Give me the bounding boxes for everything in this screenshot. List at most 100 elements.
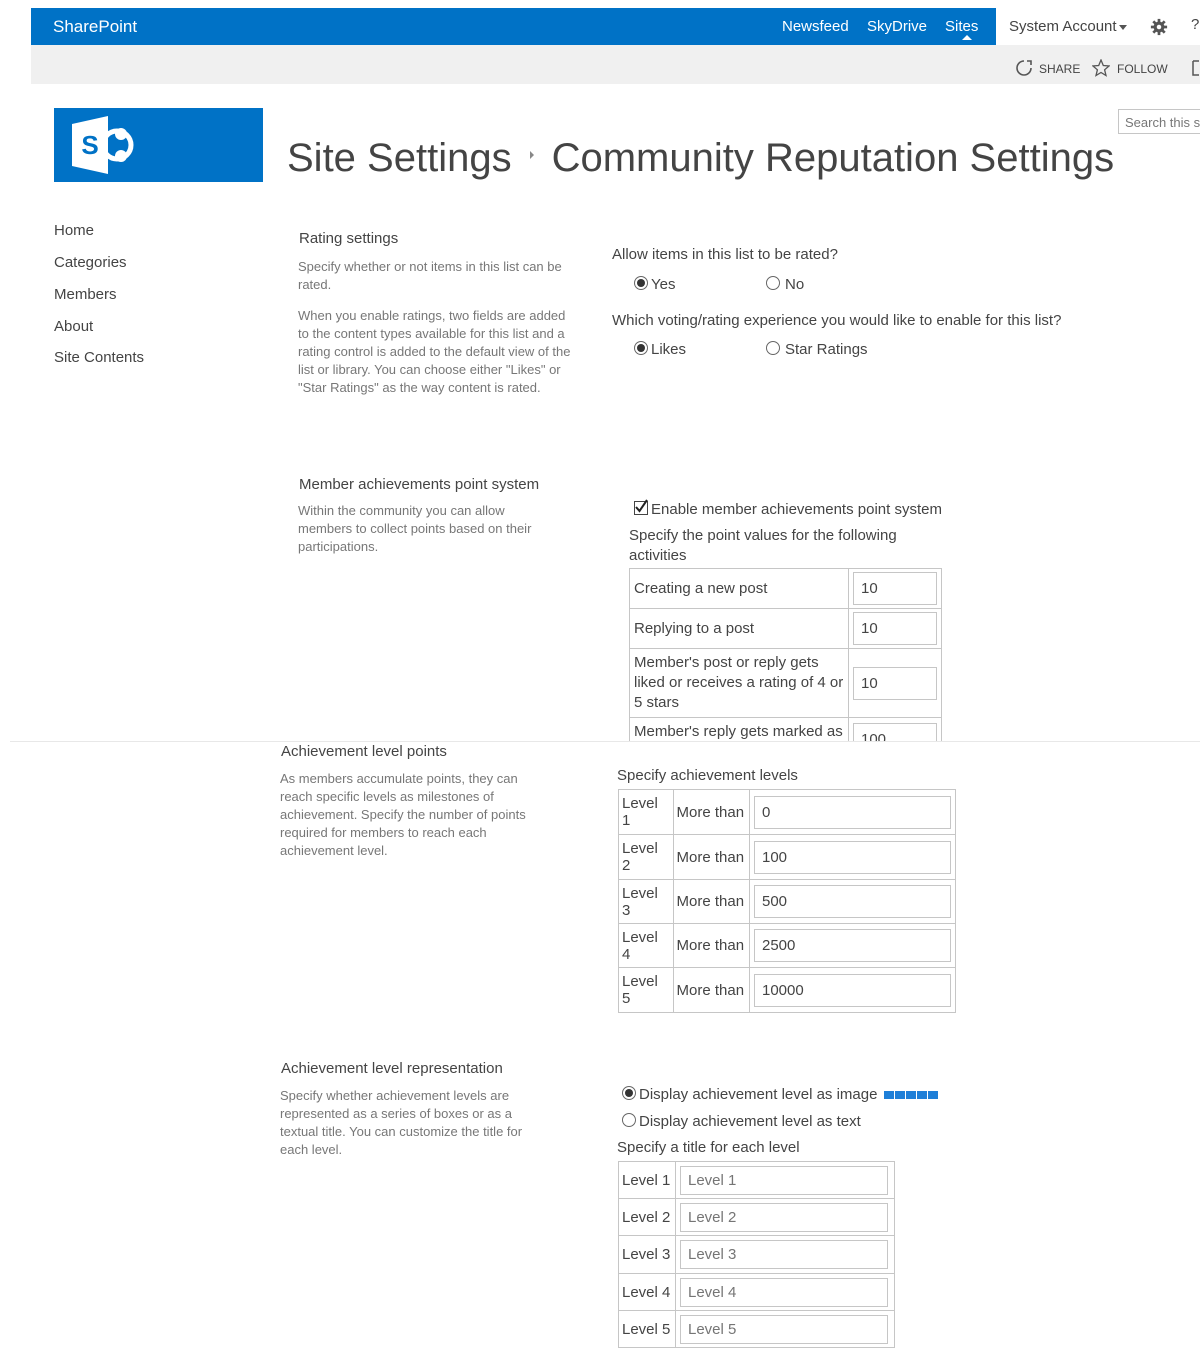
enable-points-label[interactable]: Enable member achievements point system [651, 501, 942, 518]
title-instruction: Specify a title for each level [617, 1139, 800, 1156]
star-ratings-radio[interactable] [766, 341, 780, 355]
gear-icon[interactable] [1150, 18, 1168, 36]
rating-no-radio[interactable] [766, 276, 780, 290]
points-instruction: Specify the point values for the followi… [629, 527, 897, 564]
nav-item-categories[interactable]: Categories [54, 254, 127, 271]
table-row: Level 2 More than [618, 834, 956, 880]
rating-yes-label[interactable]: Yes [651, 276, 675, 293]
levels-heading: Achievement level points [281, 743, 447, 760]
level-box [906, 1091, 916, 1099]
display-as-text-radio[interactable] [622, 1113, 636, 1127]
enable-points-checkbox[interactable] [634, 499, 648, 515]
account-menu[interactable]: System Account [1009, 18, 1117, 35]
level-points-input[interactable] [754, 929, 951, 962]
level-label: Level 3 [618, 879, 674, 924]
page-title: Site Settings Community Reputation Settin… [287, 136, 1114, 181]
representation-desc: Specify whether achievement levels are r… [280, 1088, 523, 1157]
follow-button[interactable]: FOLLOW [1117, 62, 1168, 76]
level-box [928, 1091, 938, 1099]
display-as-text-label[interactable]: Display achievement level as text [639, 1113, 861, 1130]
level-title-input[interactable] [680, 1277, 888, 1307]
table-row: Level 3 [618, 1235, 895, 1274]
level-boxes-image [884, 1090, 939, 1099]
table-row: Creating a new post [629, 568, 942, 609]
level-label: Level 2 [618, 834, 674, 880]
breadcrumb-separator-icon [529, 151, 534, 160]
table-row: Level 1 More than [618, 789, 956, 835]
rating-no-label[interactable]: No [785, 276, 804, 293]
table-row: Member's reply gets marked as [629, 717, 942, 741]
points-heading: Member achievements point system [299, 476, 540, 493]
table-row: Level 5 [618, 1310, 895, 1348]
points-activity-label: Member's reply gets marked as [629, 717, 849, 741]
level-label: Level 5 [618, 1310, 676, 1348]
rating-yes-radio[interactable] [634, 276, 648, 290]
points-value-input[interactable] [853, 612, 937, 645]
level-box [884, 1091, 894, 1099]
more-than-label: More than [672, 923, 750, 968]
help-icon[interactable]: ? [1191, 16, 1199, 33]
points-value-input[interactable] [853, 666, 937, 700]
levels-desc: As members accumulate points, they can r… [280, 771, 526, 858]
level-points-input[interactable] [754, 840, 951, 874]
svg-text:S: S [81, 130, 98, 160]
level-points-input[interactable] [754, 795, 951, 829]
points-desc: Within the community you can allow membe… [298, 503, 532, 554]
chevron-down-icon[interactable] [1119, 25, 1127, 30]
nav-item-members[interactable]: Members [54, 286, 117, 303]
checkmark-icon [635, 499, 648, 513]
site-logo[interactable]: S [54, 108, 263, 182]
display-as-image-label[interactable]: Display achievement level as image [639, 1086, 877, 1103]
level-title-input[interactable] [680, 1202, 888, 1232]
level-label: Level 5 [618, 967, 674, 1013]
level-label: Level 1 [618, 789, 674, 835]
breadcrumb-site-settings[interactable]: Site Settings [287, 136, 512, 180]
allow-rating-question: Allow items in this list to be rated? [612, 246, 838, 263]
table-row: Level 4 [618, 1273, 895, 1311]
rating-experience-question: Which voting/rating experience you would… [612, 312, 1062, 329]
search-placeholder: Search this site [1125, 115, 1200, 130]
rating-settings-heading: Rating settings [299, 230, 399, 247]
focus-icon[interactable] [1188, 59, 1200, 77]
star-ratings-label[interactable]: Star Ratings [785, 341, 868, 358]
breadcrumb-current: Community Reputation Settings [551, 136, 1115, 180]
likes-label[interactable]: Likes [651, 341, 686, 358]
sites-link[interactable]: Sites [945, 18, 978, 35]
sharepoint-logo-icon: S [72, 116, 134, 174]
nav-item-site-contents[interactable]: Site Contents [54, 349, 144, 366]
skydrive-link[interactable]: SkyDrive [867, 18, 927, 35]
points-value-input[interactable] [853, 572, 937, 605]
level-title-input[interactable] [680, 1165, 888, 1195]
level-box [895, 1091, 905, 1099]
brand-link[interactable]: SharePoint [53, 17, 137, 37]
table-row: Level 1 [618, 1161, 895, 1199]
points-value-input[interactable] [853, 723, 937, 741]
points-activity-label: Member's post or reply gets liked or rec… [629, 648, 849, 718]
rating-settings-details: When you enable ratings, two fields are … [298, 308, 571, 395]
display-as-image-radio[interactable] [622, 1086, 636, 1100]
points-activity-label: Replying to a post [629, 608, 849, 649]
table-row: Level 3 More than [618, 879, 956, 924]
level-points-input[interactable] [754, 885, 951, 918]
levels-instruction: Specify achievement levels [617, 767, 798, 784]
level-label: Level 2 [618, 1198, 676, 1236]
rating-settings-desc: Specify whether or not items in this lis… [298, 259, 562, 292]
more-than-label: More than [672, 834, 750, 880]
level-points-input[interactable] [754, 973, 951, 1007]
level-title-input[interactable] [680, 1240, 888, 1269]
nav-item-home[interactable]: Home [54, 222, 94, 239]
share-button[interactable]: SHARE [1039, 62, 1080, 76]
points-table-viewport: Creating a new post Replying to a post M… [629, 568, 942, 741]
likes-radio[interactable] [634, 341, 648, 355]
levels-table: Level 1 More than Level 2 More than Leve… [618, 789, 956, 1013]
level-title-input[interactable] [680, 1314, 888, 1344]
level-label: Level 4 [618, 1273, 676, 1311]
nav-item-about[interactable]: About [54, 318, 93, 335]
star-icon[interactable] [1092, 59, 1110, 77]
more-than-label: More than [672, 879, 750, 924]
table-row: Replying to a post [629, 608, 942, 649]
representation-heading: Achievement level representation [281, 1060, 503, 1077]
table-row: Level 4 More than [618, 923, 956, 968]
share-icon[interactable] [1015, 59, 1033, 77]
newsfeed-link[interactable]: Newsfeed [782, 18, 849, 35]
